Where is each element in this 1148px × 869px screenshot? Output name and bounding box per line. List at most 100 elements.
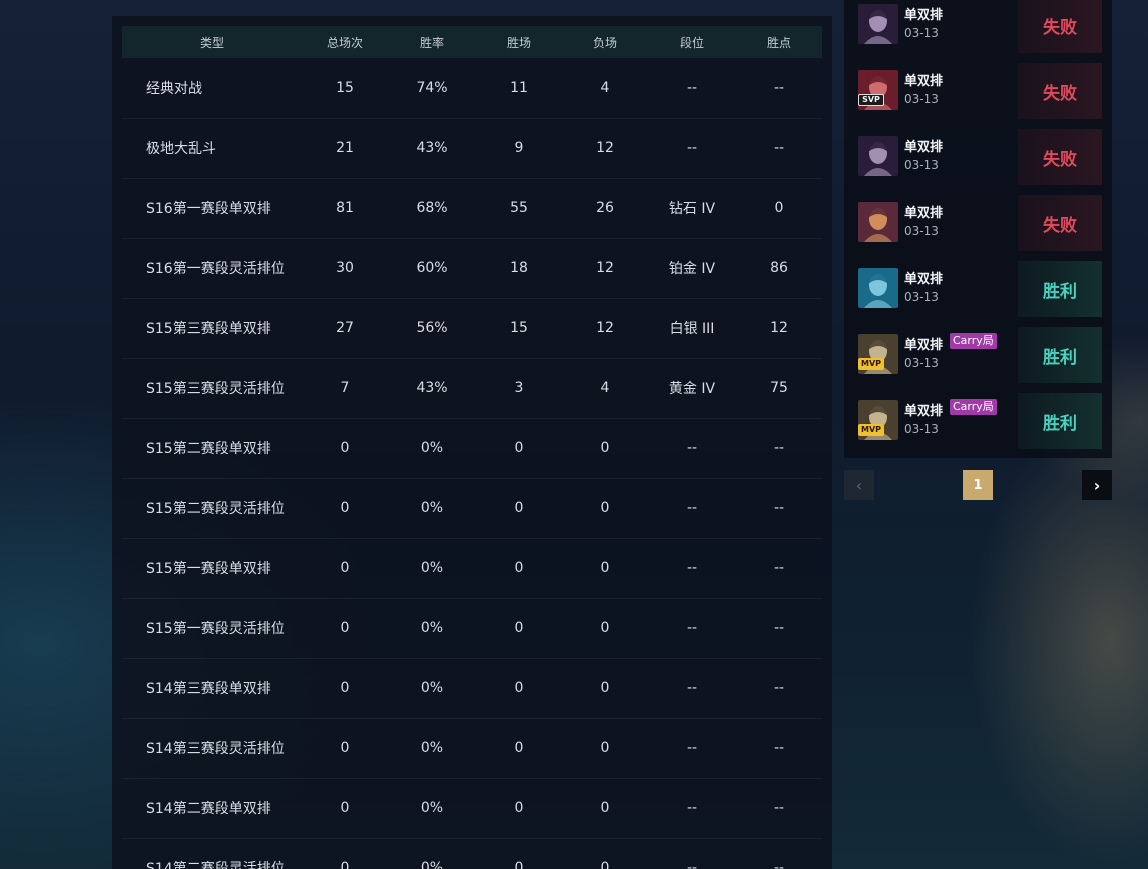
- row-type: S14第三赛段单双排: [146, 681, 271, 697]
- header-type: 类型: [199, 35, 224, 50]
- match-mode: 单双排: [904, 272, 944, 287]
- match-history-panel: 单双排 03-13 失败 SVP 单双排 03-13 失败 单双排 03-13 失败 单双排 03-1…: [844, 0, 1112, 458]
- row-rank: --: [686, 80, 698, 96]
- row-losses: 12: [596, 260, 614, 276]
- table-row[interactable]: S14第二赛段灵活排位 0 0% 0 0 -- --: [122, 838, 822, 869]
- match-date: 03-13: [904, 356, 939, 370]
- row-wins: 3: [514, 380, 524, 396]
- row-total: 0: [340, 680, 350, 696]
- table-row[interactable]: S15第二赛段灵活排位 0 0% 0 0 -- --: [122, 478, 822, 539]
- match-result: 胜利: [1018, 393, 1102, 449]
- row-league-points: 86: [770, 260, 788, 276]
- row-losses: 0: [600, 500, 610, 516]
- row-league-points: 12: [770, 320, 788, 336]
- row-type: S16第一赛段灵活排位: [146, 261, 285, 277]
- row-type: S15第一赛段单双排: [146, 561, 271, 577]
- match-mode: 单双排: [904, 338, 944, 353]
- row-rank: --: [686, 440, 698, 456]
- table-row[interactable]: S15第三赛段单双排 27 56% 15 12 白银 III 12: [122, 298, 822, 359]
- row-rank: --: [686, 800, 698, 816]
- row-type: S14第三赛段灵活排位: [146, 741, 285, 757]
- row-wins: 9: [514, 140, 524, 156]
- match-card[interactable]: 单双排 03-13 失败: [844, 126, 1112, 186]
- row-losses: 0: [600, 560, 610, 576]
- row-wins: 0: [514, 620, 524, 636]
- table-row[interactable]: S16第一赛段灵活排位 30 60% 18 12 铂金 IV 86: [122, 238, 822, 299]
- match-date: 03-13: [904, 92, 939, 106]
- table-row[interactable]: S15第二赛段单双排 0 0% 0 0 -- --: [122, 418, 822, 479]
- table-row[interactable]: S15第三赛段灵活排位 7 43% 3 4 黄金 IV 75: [122, 358, 822, 419]
- match-card[interactable]: MVP 单双排 Carry局 03-13 胜利: [844, 390, 1112, 450]
- table-row[interactable]: S14第二赛段单双排 0 0% 0 0 -- --: [122, 778, 822, 839]
- match-result: 失败: [1018, 129, 1102, 185]
- row-win-rate: 74%: [416, 80, 448, 96]
- match-result: 胜利: [1018, 327, 1102, 383]
- row-league-points: 75: [770, 380, 788, 396]
- table-row[interactable]: S14第三赛段单双排 0 0% 0 0 -- --: [122, 658, 822, 719]
- match-date: 03-13: [904, 26, 939, 40]
- match-card[interactable]: SVP 单双排 03-13 失败: [844, 60, 1112, 120]
- row-win-rate: 0%: [420, 800, 444, 816]
- match-card[interactable]: 单双排 03-13 失败: [844, 192, 1112, 252]
- row-league-points: --: [773, 140, 785, 156]
- row-wins: 11: [510, 80, 528, 96]
- match-card[interactable]: MVP 单双排 Carry局 03-13 胜利: [844, 324, 1112, 384]
- row-losses: 4: [600, 80, 610, 96]
- table-row[interactable]: S15第一赛段单双排 0 0% 0 0 -- --: [122, 538, 822, 599]
- match-result: 失败: [1018, 63, 1102, 119]
- row-rank: --: [686, 860, 698, 869]
- champion-portrait-yordle: [858, 202, 898, 242]
- row-total: 0: [340, 740, 350, 756]
- row-rank: 白银 III: [669, 321, 715, 337]
- row-losses: 26: [596, 200, 614, 216]
- match-result: 胜利: [1018, 261, 1102, 317]
- pagination-page-button[interactable]: 1: [963, 470, 993, 500]
- row-wins: 55: [510, 200, 528, 216]
- row-wins: 0: [514, 560, 524, 576]
- pagination-prev-button[interactable]: ‹: [844, 470, 874, 500]
- row-type: S15第三赛段单双排: [146, 321, 271, 337]
- match-result: 失败: [1018, 195, 1102, 251]
- row-total: 0: [340, 620, 350, 636]
- mvp-badge: MVP: [858, 424, 884, 436]
- match-mode: 单双排: [904, 206, 944, 221]
- row-total: 27: [336, 320, 354, 336]
- row-win-rate: 0%: [420, 680, 444, 696]
- ranked-stats-panel: 类型 总场次 胜率 胜场 负场 段位 胜点 经典对战 15 74% 11 4 -- -- 极地…: [112, 16, 832, 869]
- row-losses: 0: [600, 740, 610, 756]
- table-row[interactable]: S15第一赛段灵活排位 0 0% 0 0 -- --: [122, 598, 822, 659]
- table-row[interactable]: 经典对战 15 74% 11 4 -- --: [122, 58, 822, 119]
- match-mode: 单双排: [904, 404, 944, 419]
- row-league-points: --: [773, 680, 785, 696]
- chevron-left-icon: ‹: [855, 475, 863, 495]
- row-wins: 0: [514, 800, 524, 816]
- row-total: 0: [340, 500, 350, 516]
- match-card[interactable]: 单双排 03-13 失败: [844, 0, 1112, 54]
- row-losses: 0: [600, 860, 610, 869]
- row-wins: 0: [514, 860, 524, 869]
- table-row[interactable]: S16第一赛段单双排 81 68% 55 26 钻石 IV 0: [122, 178, 822, 239]
- row-total: 21: [336, 140, 354, 156]
- row-type: 经典对战: [146, 81, 202, 97]
- row-losses: 12: [596, 320, 614, 336]
- match-card[interactable]: 单双排 03-13 胜利: [844, 258, 1112, 318]
- row-league-points: --: [773, 440, 785, 456]
- row-win-rate: 43%: [416, 380, 448, 396]
- row-rank: --: [686, 500, 698, 516]
- match-date: 03-13: [904, 422, 939, 436]
- match-result: 失败: [1018, 0, 1102, 53]
- carry-tag: Carry局: [950, 333, 997, 349]
- row-type: S15第一赛段灵活排位: [146, 621, 285, 637]
- row-league-points: --: [773, 800, 785, 816]
- match-date: 03-13: [904, 290, 939, 304]
- header-wins: 胜场: [506, 35, 531, 50]
- row-rank: --: [686, 140, 698, 156]
- row-rank: --: [686, 620, 698, 636]
- carry-tag: Carry局: [950, 399, 997, 415]
- chevron-right-icon: ›: [1093, 475, 1101, 495]
- row-total: 81: [336, 200, 354, 216]
- row-total: 0: [340, 560, 350, 576]
- table-row[interactable]: 极地大乱斗 21 43% 9 12 -- --: [122, 118, 822, 179]
- table-row[interactable]: S14第三赛段灵活排位 0 0% 0 0 -- --: [122, 718, 822, 779]
- pagination-next-button[interactable]: ›: [1082, 470, 1112, 500]
